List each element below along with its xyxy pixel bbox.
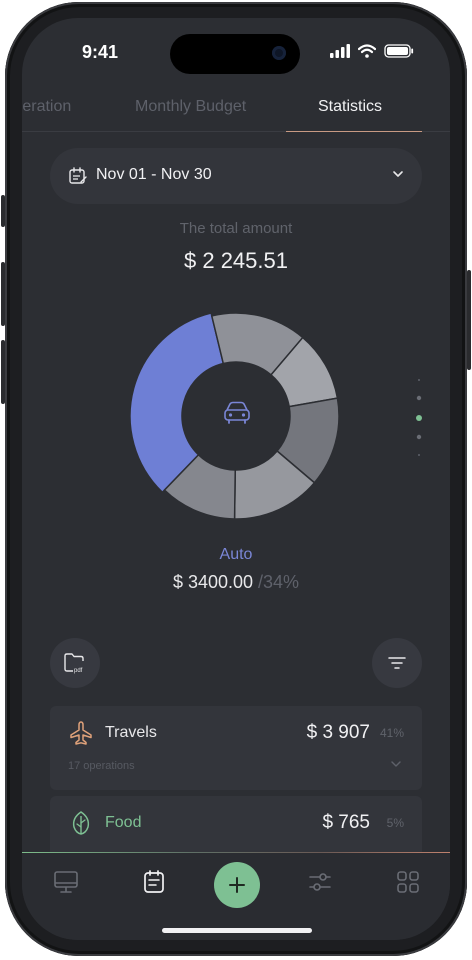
category-percent: 5% bbox=[386, 816, 404, 830]
airplane-icon bbox=[70, 721, 92, 745]
category-amount: $ 765 bbox=[322, 812, 370, 833]
app-screen: 9:41 Operation Monthl bbox=[22, 18, 450, 940]
selected-percent: /34% bbox=[258, 572, 300, 592]
home-indicator bbox=[162, 928, 312, 933]
filter-button[interactable] bbox=[372, 638, 422, 688]
notepad-icon[interactable] bbox=[140, 868, 168, 896]
wifi-icon bbox=[358, 44, 376, 58]
category-percent: 41% bbox=[379, 726, 404, 740]
dynamic-island bbox=[170, 34, 300, 74]
chevron-down-icon bbox=[393, 171, 403, 177]
category-operations-count: 17 operations bbox=[68, 760, 135, 772]
battery-icon bbox=[384, 44, 414, 58]
power-button bbox=[467, 270, 471, 370]
category-donut-chart[interactable] bbox=[130, 310, 342, 522]
selected-category-name: Auto bbox=[219, 546, 253, 563]
signal-icon bbox=[330, 44, 350, 58]
total-amount-label: The total amount bbox=[179, 220, 293, 237]
active-tab-indicator bbox=[286, 131, 422, 132]
car-icon bbox=[224, 401, 250, 424]
sliders-icon[interactable] bbox=[306, 868, 334, 896]
tab-bar: Operation Monthly Budget Statistics bbox=[22, 94, 450, 134]
calendar-edit-icon bbox=[69, 167, 87, 184]
category-name: Food bbox=[105, 814, 142, 831]
filter-icon bbox=[388, 657, 406, 669]
export-pdf-button[interactable]: pdf bbox=[50, 638, 100, 688]
bottom-navigation bbox=[22, 852, 450, 940]
total-amount-value: $ 2 245.51 bbox=[184, 248, 288, 273]
status-icons bbox=[330, 44, 414, 58]
plus-icon bbox=[229, 877, 245, 893]
date-range-label: Nov 01 - Nov 30 bbox=[96, 166, 212, 183]
tab-monthly-budget[interactable]: Monthly Budget bbox=[135, 98, 246, 116]
svg-text:pdf: pdf bbox=[74, 668, 83, 674]
grid-icon[interactable] bbox=[394, 868, 422, 896]
category-amount: $ 3 907 bbox=[306, 722, 370, 743]
category-name: Travels bbox=[105, 724, 157, 741]
leaf-icon bbox=[72, 811, 90, 835]
selected-amount: $ 3400.00 bbox=[172, 572, 254, 592]
monitor-icon[interactable] bbox=[52, 868, 80, 896]
add-operation-button[interactable] bbox=[214, 862, 260, 908]
volume-up-button bbox=[1, 262, 5, 326]
nav-accent-line bbox=[22, 852, 450, 853]
selected-category-value: $ 3400.00 /34% bbox=[22, 572, 450, 593]
pdf-folder-icon: pdf bbox=[64, 653, 84, 674]
status-bar: 9:41 bbox=[22, 18, 450, 88]
volume-down-button bbox=[1, 340, 5, 404]
tab-operation[interactable]: Operation bbox=[22, 98, 71, 116]
chevron-down-icon[interactable] bbox=[390, 760, 402, 768]
category-card-travels[interactable]: Travels $ 3 907 41% 17 operations bbox=[50, 706, 422, 790]
camera-icon bbox=[272, 46, 286, 60]
tab-statistics[interactable]: Statistics bbox=[318, 98, 382, 116]
date-range-selector[interactable]: Nov 01 - Nov 30 bbox=[50, 148, 422, 204]
silent-switch bbox=[1, 195, 5, 227]
chart-page-indicator bbox=[416, 379, 422, 456]
status-time: 9:41 bbox=[82, 42, 119, 62]
